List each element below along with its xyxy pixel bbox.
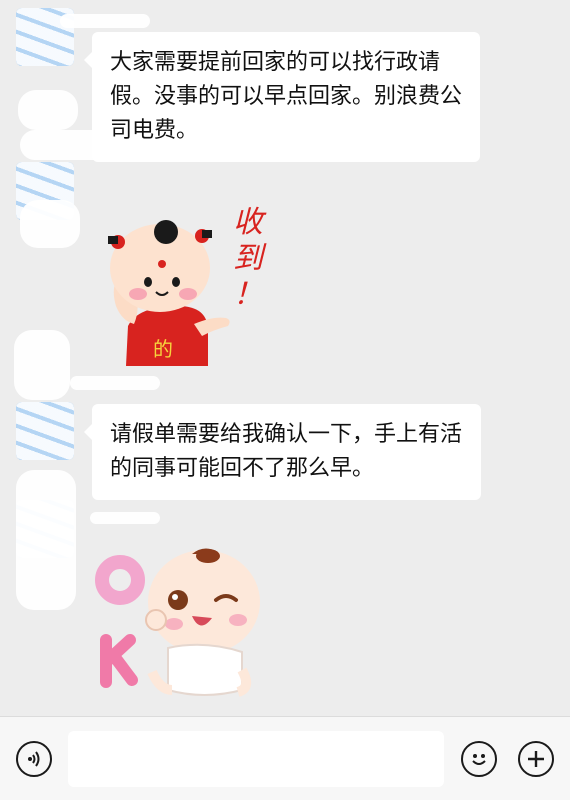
redaction-scribble [20, 200, 80, 248]
baby-ok-sticker[interactable] [92, 540, 272, 705]
redaction-scribble [18, 90, 78, 130]
sticker-caption: 收到！ [233, 205, 263, 312]
message-text: 请假单需要给我确认一下，手上有活的同事可能回不了那么早。 [110, 422, 463, 481]
message-bubble[interactable]: 请假单需要给我确认一下，手上有活的同事可能回不了那么早。 [84, 404, 481, 500]
redaction-scribble [14, 330, 70, 400]
redaction-scribble [90, 512, 160, 524]
avatar[interactable] [16, 402, 74, 460]
message-bubble[interactable]: 大家需要提前回家的可以找行政请假。没事的可以早点回家。别浪费公司电费。 [84, 32, 480, 162]
chat-area: 大家需要提前回家的可以找行政请假。没事的可以早点回家。别浪费公司电费。 的 收 … [0, 0, 570, 716]
voice-icon[interactable] [16, 741, 52, 777]
svg-text:的: 的 [153, 337, 173, 361]
message-input[interactable] [68, 731, 444, 787]
chat-input-bar [0, 716, 570, 800]
message-text: 大家需要提前回家的可以找行政请假。没事的可以早点回家。别浪费公司电费。 [110, 50, 463, 143]
redaction-scribble [70, 376, 160, 390]
redaction-scribble [60, 14, 150, 28]
emoji-icon[interactable] [461, 741, 497, 777]
redaction-scribble [16, 470, 76, 610]
plus-icon[interactable] [518, 741, 554, 777]
